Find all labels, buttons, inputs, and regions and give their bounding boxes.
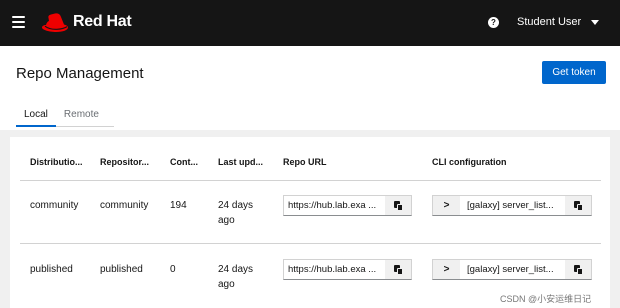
copy-icon [393, 200, 403, 211]
get-token-button[interactable]: Get token [542, 61, 606, 84]
cli-config-text: [galaxy] server_list... [467, 200, 554, 211]
brand-name: Red Hat [73, 13, 132, 30]
hamburger-menu-icon[interactable] [12, 16, 25, 28]
caret-down-icon [591, 19, 600, 25]
distribution-cell: community [30, 200, 79, 211]
row-divider [20, 243, 601, 244]
repo-url-field[interactable]: https://hub.lab.exa ... [283, 195, 412, 216]
help-icon[interactable]: ? [488, 17, 499, 28]
content-count-cell: 194 [170, 200, 187, 211]
content-count-cell: 0 [170, 264, 176, 275]
cli-config-field[interactable]: > [galaxy] server_list... [432, 195, 592, 216]
red-hat-logo[interactable]: Red Hat [40, 10, 132, 34]
last-updated-cell: 24 days ago [218, 264, 254, 290]
expand-cli-button[interactable]: > [433, 260, 460, 279]
column-header-content[interactable]: Cont... [170, 157, 198, 167]
copy-icon [573, 264, 583, 275]
repository-cell: community [100, 200, 149, 211]
user-menu[interactable]: Student User [517, 16, 600, 28]
repo-table-card: Distributio... Repositor... Cont... Last… [10, 137, 610, 308]
page-title: Repo Management [16, 65, 144, 82]
copy-icon [393, 264, 403, 275]
page-header: Repo Management Get token Local Remote [0, 46, 620, 130]
red-hat-icon [42, 13, 68, 32]
column-header-repo-url: Repo URL [283, 157, 327, 167]
tab-local[interactable]: Local [16, 107, 56, 127]
distribution-cell: published [30, 264, 73, 275]
watermark: CSDN @小安运维日记 [500, 294, 592, 304]
user-name: Student User [517, 16, 582, 28]
row-divider [20, 180, 601, 181]
repo-url-text: https://hub.lab.exa ... [288, 200, 377, 211]
column-header-repository[interactable]: Repositor... [100, 157, 149, 167]
column-header-last-updated[interactable]: Last upd... [218, 157, 263, 167]
expand-cli-button[interactable]: > [433, 196, 460, 215]
copy-cli-button[interactable] [565, 260, 591, 279]
repo-url-text: https://hub.lab.exa ... [288, 264, 377, 275]
column-header-cli-configuration: CLI configuration [432, 157, 507, 167]
copy-url-button[interactable] [385, 260, 411, 279]
copy-url-button[interactable] [385, 196, 411, 215]
repo-tabs: Local Remote [16, 107, 114, 127]
repo-url-field[interactable]: https://hub.lab.exa ... [283, 259, 412, 280]
tab-remote[interactable]: Remote [56, 107, 107, 127]
copy-icon [573, 200, 583, 211]
copy-cli-button[interactable] [565, 196, 591, 215]
cli-config-text: [galaxy] server_list... [467, 264, 554, 275]
last-updated-cell: 24 days ago [218, 200, 254, 226]
column-header-distribution[interactable]: Distributio... [30, 157, 83, 167]
repository-cell: published [100, 264, 143, 275]
masthead: Red Hat ? Student User [0, 0, 620, 46]
cli-config-field[interactable]: > [galaxy] server_list... [432, 259, 592, 280]
